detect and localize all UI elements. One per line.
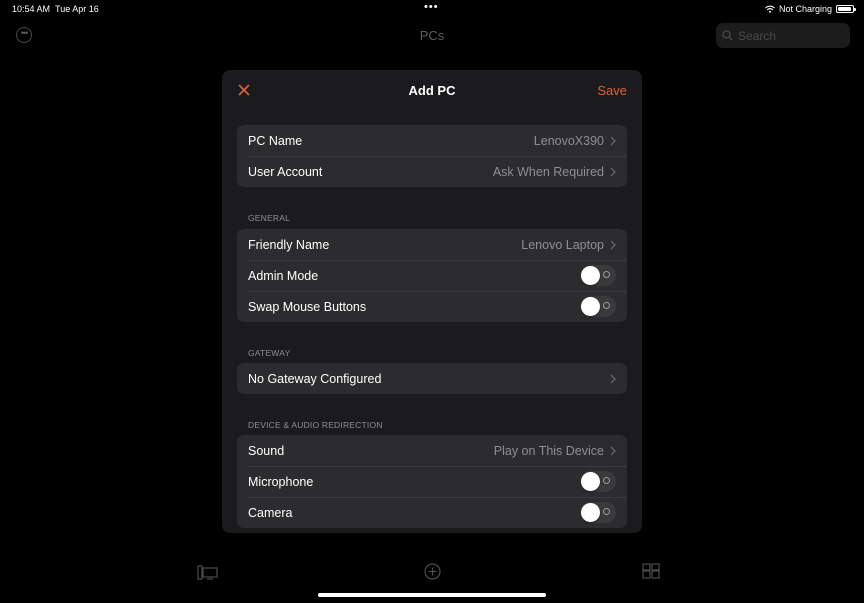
search-input[interactable] [738, 28, 838, 43]
toggle-off-icon [603, 302, 610, 309]
admin-mode-row: Admin Mode [237, 260, 627, 291]
apps-tab-icon[interactable] [642, 563, 661, 581]
dialog-title: Add PC [408, 83, 456, 98]
add-pc-dialog: Add PC Save PC Name LenovoX390 User Acco… [222, 70, 642, 533]
status-bar: 10:54 AM Tue Apr 16 ••• Not Charging [0, 0, 864, 18]
search-icon [722, 30, 733, 41]
row-label: Swap Mouse Buttons [248, 299, 367, 314]
section-header-gateway: GATEWAY [248, 348, 291, 358]
admin-mode-toggle[interactable] [580, 265, 616, 286]
wifi-icon [765, 5, 775, 13]
clock-time: 10:54 AM [12, 4, 51, 14]
pcs-tab-icon[interactable] [197, 563, 219, 581]
row-label: Sound [248, 443, 285, 458]
general-group: Friendly Name Lenovo Laptop Admin Mode S… [237, 229, 627, 322]
battery-fill [838, 7, 851, 11]
friendly-name-row[interactable]: Friendly Name Lenovo Laptop [237, 229, 627, 260]
row-label: User Account [248, 164, 323, 179]
toggle-off-icon [603, 271, 610, 278]
toggle-knob [581, 503, 600, 522]
row-label: Microphone [248, 474, 314, 489]
row-label: Camera [248, 505, 293, 520]
battery-status-text: Not Charging [778, 4, 832, 14]
swap-mouse-buttons-row: Swap Mouse Buttons [237, 291, 627, 322]
pc-name-row[interactable]: PC Name LenovoX390 [237, 125, 627, 156]
chevron-right-icon [610, 374, 616, 383]
search-bar[interactable] [716, 23, 850, 48]
toggle-knob [581, 472, 600, 491]
status-time: 10:54 AM Tue Apr 16 [12, 4, 99, 14]
row-label: Friendly Name [248, 237, 330, 252]
gateway-row[interactable]: No Gateway Configured [237, 363, 627, 394]
row-value: LenovoX390 [533, 133, 604, 148]
pc-settings-group: PC Name LenovoX390 User Account Ask When… [237, 125, 627, 187]
row-label: Admin Mode [248, 268, 319, 283]
chevron-right-icon [610, 446, 616, 455]
battery-icon [836, 5, 856, 13]
multitasking-dots-icon[interactable]: ••• [424, 1, 439, 13]
microphone-toggle[interactable] [580, 471, 616, 492]
chevron-right-icon [610, 167, 616, 176]
row-value: Play on This Device [493, 443, 604, 458]
swap-mouse-buttons-toggle[interactable] [580, 296, 616, 317]
chevron-right-icon [610, 240, 616, 249]
redirection-group: Sound Play on This Device Microphone Cam… [237, 435, 627, 528]
row-value: Ask When Required [492, 164, 604, 179]
toggle-knob [581, 297, 600, 316]
clock-date: Tue Apr 16 [55, 4, 99, 14]
sound-row[interactable]: Sound Play on This Device [237, 435, 627, 466]
microphone-row: Microphone [237, 466, 627, 497]
section-header-redirection: DEVICE & AUDIO REDIRECTION [248, 420, 383, 430]
row-label: No Gateway Configured [248, 371, 382, 386]
section-header-general: GENERAL [248, 213, 291, 223]
toggle-off-icon [603, 508, 610, 515]
row-value: Lenovo Laptop [521, 237, 604, 252]
add-icon[interactable] [424, 563, 441, 580]
status-indicators: Not Charging [765, 4, 856, 14]
chevron-right-icon [610, 136, 616, 145]
dialog-header: Add PC Save [222, 70, 642, 110]
camera-row: Camera [237, 497, 627, 528]
user-account-row[interactable]: User Account Ask When Required [237, 156, 627, 187]
row-label: PC Name [248, 133, 303, 148]
toggle-off-icon [603, 477, 610, 484]
save-button[interactable]: Save [597, 83, 627, 98]
toggle-knob [581, 266, 600, 285]
gateway-group: No Gateway Configured [237, 363, 627, 394]
home-indicator[interactable] [318, 593, 546, 597]
camera-toggle[interactable] [580, 502, 616, 523]
